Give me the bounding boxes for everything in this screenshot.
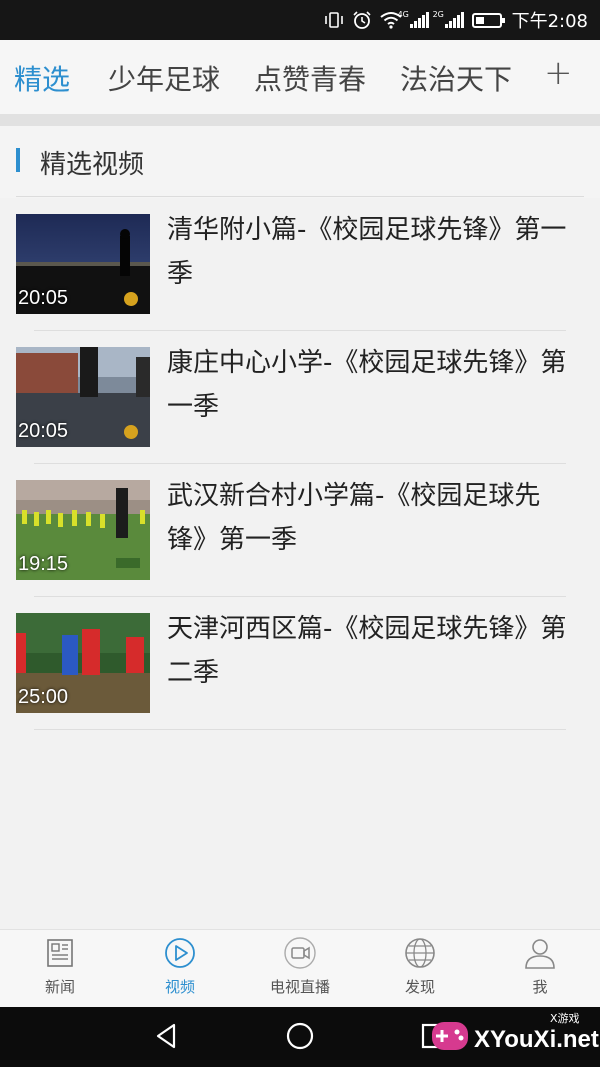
home-icon[interactable]: [285, 1021, 315, 1051]
video-title[interactable]: 武汉新合村小学篇-《校园足球先锋》第一季: [167, 474, 577, 562]
divider: [16, 196, 584, 197]
newspaper-icon: [47, 939, 73, 967]
tab-fazhi-tianxia[interactable]: 法治天下: [400, 58, 512, 98]
status-bar: 4G 2G 下午2:08: [0, 0, 600, 40]
video-duration: 25:00: [18, 686, 69, 708]
tab-jingxuan[interactable]: 精选: [14, 58, 70, 98]
nav-label: 我: [532, 978, 548, 996]
video-item[interactable]: 20:05 康庄中心小学-《校园足球先锋》第一季: [0, 331, 600, 464]
section-accent-bar: [16, 148, 20, 172]
nav-label: 发现: [404, 978, 435, 996]
video-duration: 20:05: [18, 420, 69, 442]
channel-logo-icon: [124, 425, 138, 439]
status-icons: 4G 2G 下午2:08: [324, 0, 588, 40]
video-item[interactable]: 19:15 武汉新合村小学篇-《校园足球先锋》第一季: [0, 464, 600, 597]
video-thumbnail[interactable]: 20:05: [16, 347, 150, 447]
tab-dianzan-qingchun[interactable]: 点赞青春: [254, 58, 366, 98]
back-icon[interactable]: [152, 1021, 182, 1051]
tab-shaonian-zuqiu[interactable]: 少年足球: [108, 58, 220, 98]
watermark-text: XYouXi.net: [474, 1026, 599, 1053]
nav-item-me[interactable]: 我: [500, 936, 580, 997]
vibrate-icon: [324, 11, 344, 29]
video-item[interactable]: 20:05 清华附小篇-《校园足球先锋》第一季: [0, 198, 600, 331]
tv-live-icon: [284, 937, 316, 969]
user-icon: [525, 939, 555, 969]
nav-item-discover[interactable]: 发现: [380, 936, 460, 997]
video-thumbnail[interactable]: 19:15: [16, 480, 150, 580]
nav-item-news[interactable]: 新闻: [20, 936, 100, 997]
signal-icon: 4G: [398, 10, 429, 28]
nav-item-video[interactable]: 视频: [140, 936, 220, 997]
nav-label: 新闻: [44, 978, 75, 996]
video-duration: 19:15: [18, 553, 69, 575]
network-type-label: 4G: [397, 10, 409, 19]
video-title[interactable]: 清华附小篇-《校园足球先锋》第一季: [167, 208, 577, 296]
video-title[interactable]: 康庄中心小学-《校园足球先锋》第一季: [167, 341, 577, 429]
alarm-icon: [352, 10, 372, 30]
video-duration: 20:05: [18, 287, 69, 309]
add-channel-button[interactable]: +: [544, 53, 573, 93]
video-list: 20:05 清华附小篇-《校园足球先锋》第一季 20:05 康庄中心小学-《校园…: [0, 198, 600, 730]
nav-label: 电视直播: [269, 978, 330, 996]
status-time: 下午2:08: [511, 11, 588, 32]
video-thumbnail[interactable]: 25:00: [16, 613, 150, 713]
globe-icon: [405, 938, 435, 968]
bottom-navigation: 新闻 视频 电视直播 发现 我: [0, 929, 600, 1007]
watermark-small-text: X游戏: [550, 1012, 580, 1025]
channel-tab-bar: 精选 少年足球 点赞青春 法治天下 +: [0, 40, 600, 114]
section-header: 精选视频: [0, 126, 600, 198]
nav-label: 视频: [164, 978, 195, 996]
gamepad-logo-icon: [432, 1022, 468, 1050]
network-type-label-2: 2G: [432, 10, 444, 19]
video-thumbnail[interactable]: 20:05: [16, 214, 150, 314]
video-title[interactable]: 天津河西区篇-《校园足球先锋》第二季: [167, 607, 577, 695]
video-item[interactable]: 25:00 天津河西区篇-《校园足球先锋》第二季: [0, 597, 600, 730]
section-title: 精选视频: [40, 150, 145, 180]
play-circle-icon: [165, 938, 195, 968]
divider: [34, 729, 566, 730]
divider: [0, 114, 600, 126]
nav-item-tv-live[interactable]: 电视直播: [260, 936, 340, 997]
channel-logo-icon: [124, 292, 138, 306]
battery-icon: [471, 12, 505, 28]
watermark-logo: XYouXi.net X游戏: [426, 1010, 599, 1062]
signal-icon-2: 2G: [433, 10, 464, 28]
